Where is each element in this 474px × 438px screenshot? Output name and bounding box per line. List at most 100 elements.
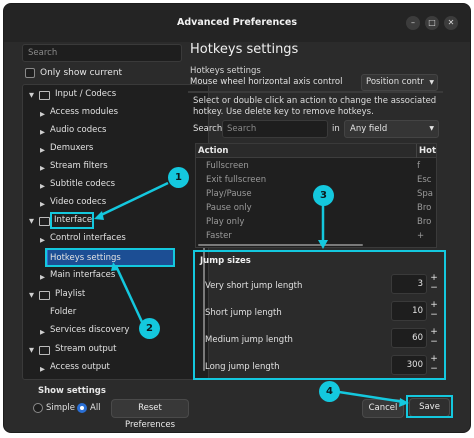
chevron-right-icon[interactable]: ▶ [40, 146, 45, 154]
decrement-icon[interactable]: − [428, 283, 440, 293]
mouse-wheel-select[interactable]: Position contr ▼ [361, 74, 438, 91]
column-hotkey[interactable]: Hot [416, 144, 436, 158]
preferences-tree[interactable]: ▼ Input / Codecs ▶ Access modules ▶ Audi… [22, 84, 209, 380]
cancel-button[interactable]: Cancel [362, 399, 404, 418]
all-radio-label[interactable]: All [90, 403, 101, 413]
table-row[interactable]: Fullscreen f [196, 159, 436, 173]
chevron-down-icon: ▼ [429, 125, 434, 132]
medium-jump-input[interactable]: 60 [391, 328, 427, 348]
stream-output-icon [39, 346, 50, 355]
tree-item-playlist[interactable]: Playlist [55, 286, 85, 302]
chevron-right-icon[interactable]: ▶ [40, 273, 45, 281]
chevron-down-icon[interactable]: ▼ [29, 91, 34, 99]
hotkey-search-input[interactable]: Search [222, 120, 328, 138]
show-settings-label: Show settings [38, 386, 106, 396]
row-action: Faster [206, 231, 232, 241]
all-radio[interactable] [77, 403, 87, 413]
title-bar[interactable]: Advanced Preferences – □ ✕ [4, 4, 470, 42]
only-show-current-checkbox[interactable] [25, 68, 35, 78]
tree-item-video-codecs[interactable]: Video codecs [50, 194, 106, 210]
search-field-value: Any field [350, 124, 388, 134]
very-short-jump-stepper: + − [428, 273, 440, 294]
chevron-right-icon[interactable]: ▶ [40, 200, 45, 208]
window-title: Advanced Preferences [177, 17, 297, 28]
jump-sizes-group: Jump sizes Very short jump length 3 + − … [193, 250, 446, 380]
row-action: Fullscreen [206, 161, 249, 171]
chevron-right-icon[interactable]: ▶ [40, 110, 45, 118]
maximize-icon[interactable]: □ [425, 16, 439, 30]
chevron-right-icon[interactable]: ▶ [40, 128, 45, 136]
annotation-marker-1: 1 [168, 167, 189, 188]
row-action: Play only [206, 217, 245, 227]
chevron-down-icon[interactable]: ▼ [29, 217, 34, 225]
column-action[interactable]: Action [198, 144, 229, 158]
tree-item-access-modules[interactable]: Access modules [50, 104, 118, 120]
tree-item-audio-codecs[interactable]: Audio codecs [50, 122, 106, 138]
tree-item-services-discovery[interactable]: Services discovery [50, 322, 129, 338]
decrement-icon[interactable]: − [428, 364, 440, 374]
tree-item-main-interfaces[interactable]: Main interfaces [50, 267, 115, 283]
table-scrollbar[interactable] [198, 244, 363, 246]
simple-radio-label[interactable]: Simple [46, 403, 75, 413]
chevron-right-icon[interactable]: ▶ [40, 365, 45, 373]
sidebar-search-input[interactable]: Search [22, 44, 182, 62]
short-jump-stepper: + − [428, 300, 440, 321]
tree-item-input-codecs[interactable]: Input / Codecs [55, 86, 116, 102]
short-jump-input[interactable]: 10 [391, 301, 427, 321]
short-jump-label: Short jump length [205, 308, 282, 318]
chevron-down-icon[interactable]: ▼ [29, 346, 34, 354]
decrement-icon[interactable]: − [428, 310, 440, 320]
only-show-current-row[interactable]: Only show current [25, 67, 122, 79]
hotkeys-settings-highlight [45, 248, 175, 267]
close-icon[interactable]: ✕ [444, 16, 458, 30]
chevron-down-icon: ▼ [429, 79, 434, 86]
interface-icon [39, 217, 50, 226]
row-hotkey: Spa [417, 189, 433, 199]
long-jump-stepper: + − [428, 354, 440, 375]
search-field-select[interactable]: Any field ▼ [344, 120, 439, 138]
simple-radio[interactable] [33, 403, 43, 413]
annotation-marker-3: 3 [313, 185, 334, 206]
subsection-title: Hotkeys settings [190, 66, 261, 76]
increment-icon[interactable]: + [428, 327, 440, 337]
chevron-right-icon[interactable]: ▶ [40, 164, 45, 172]
tree-item-demuxers[interactable]: Demuxers [50, 140, 93, 156]
table-row[interactable]: Faster + [196, 229, 436, 243]
tree-item-stream-output[interactable]: Stream output [55, 341, 117, 357]
chevron-right-icon[interactable]: ▶ [40, 182, 45, 190]
jump-sizes-title: Jump sizes [200, 256, 251, 266]
page-title: Hotkeys settings [190, 42, 299, 57]
tree-item-subtitle-codecs[interactable]: Subtitle codecs [50, 176, 115, 192]
decrement-icon[interactable]: − [428, 337, 440, 347]
chevron-down-icon[interactable]: ▼ [29, 291, 34, 299]
increment-icon[interactable]: + [428, 300, 440, 310]
annotation-marker-4: 4 [319, 381, 340, 402]
very-short-jump-input[interactable]: 3 [391, 274, 427, 294]
row-hotkey: Bro [417, 203, 432, 213]
row-action: Play/Pause [206, 189, 252, 199]
tree-item-stream-filters[interactable]: Stream filters [50, 158, 108, 174]
hotkey-search-label: Search [193, 124, 223, 134]
save-highlight [406, 395, 453, 418]
minimize-icon[interactable]: – [406, 16, 420, 30]
row-hotkey: Bro [417, 217, 432, 227]
in-label: in [332, 124, 340, 134]
chevron-right-icon[interactable]: ▶ [40, 236, 45, 244]
reset-preferences-button[interactable]: Reset Preferences [111, 399, 189, 430]
tree-item-control-interfaces[interactable]: Control interfaces [50, 230, 126, 246]
hotkeys-description: Select or double click an action to chan… [193, 96, 437, 117]
increment-icon[interactable]: + [428, 354, 440, 364]
row-hotkey: + [417, 231, 425, 241]
scroll-divider [188, 91, 443, 93]
row-hotkey: Esc [417, 175, 432, 185]
chevron-right-icon[interactable]: ▶ [40, 328, 45, 336]
table-row[interactable]: Exit fullscreen Esc [196, 173, 436, 187]
increment-icon[interactable]: + [428, 273, 440, 283]
interface-highlight [50, 212, 94, 229]
tree-item-access-output[interactable]: Access output [50, 359, 110, 375]
long-jump-input[interactable]: 300 [391, 355, 427, 375]
tree-item-folder[interactable]: Folder [50, 304, 76, 320]
annotation-marker-2: 2 [139, 318, 160, 339]
playlist-icon [39, 291, 50, 300]
table-row[interactable]: Play only Bro [196, 215, 436, 229]
